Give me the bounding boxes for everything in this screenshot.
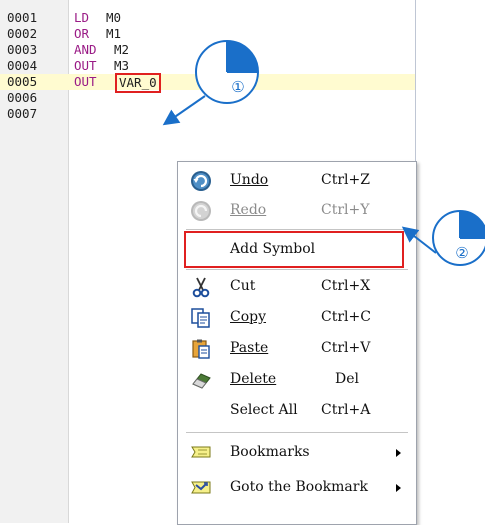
menu-item-label: Delete (230, 371, 277, 387)
add-symbol-highlight-box (184, 231, 404, 268)
line-number: 0007 (7, 106, 38, 121)
instruction-operand: M3 (114, 58, 130, 73)
code-lines: 0001 LD M0 0002 OR M1 0003 AND M2 0004 O… (0, 10, 415, 122)
instruction-keyword: OUT (74, 74, 97, 89)
instruction-keyword: AND (74, 42, 97, 57)
line-number: 0001 (7, 10, 38, 25)
code-line-4[interactable]: 0004 OUT M3 (0, 58, 415, 74)
menu-item-bookmarks[interactable]: Bookmarks (178, 436, 414, 471)
submenu-arrow-icon (396, 449, 401, 457)
eraser-icon (190, 369, 212, 391)
menu-item-undo[interactable]: Undo Ctrl+Z (178, 166, 414, 196)
instruction-keyword: LD (74, 10, 90, 25)
menu-item-cut[interactable]: Cut Ctrl+X (178, 272, 414, 303)
undo-icon (190, 170, 212, 192)
menu-item-shortcut: Ctrl+X (321, 278, 371, 294)
menu-item-label: Undo (230, 172, 269, 188)
menu-item-shortcut: Ctrl+V (321, 340, 371, 356)
instruction-keyword: OR (74, 26, 90, 41)
menu-separator (186, 269, 408, 270)
menu-item-shortcut: Del (335, 371, 359, 387)
line-number: 0004 (7, 58, 38, 73)
code-line-3[interactable]: 0003 AND M2 (0, 42, 415, 58)
paste-icon (190, 338, 212, 360)
line-number: 0005 (7, 74, 38, 89)
menu-item-select-all[interactable]: Select All Ctrl+A (178, 396, 414, 427)
menu-item-label: Copy (230, 309, 267, 325)
instruction-operand: M2 (114, 42, 130, 57)
code-line-7[interactable]: 0007 (0, 106, 415, 122)
menu-item-goto-bookmark[interactable]: Goto the Bookmark (178, 471, 414, 506)
bookmark-icon (190, 441, 212, 463)
menu-item-paste[interactable]: Paste Ctrl+V (178, 334, 414, 365)
menu-item-label: Paste (230, 340, 269, 356)
menu-item-label: Redo (230, 202, 267, 218)
line-number: 0003 (7, 42, 38, 57)
instruction-keyword: OUT (74, 58, 97, 73)
copy-icon (190, 307, 212, 329)
menu-separator (186, 229, 408, 230)
code-line-5[interactable]: 0005 OUT VAR_0 (0, 73, 415, 93)
step-1-number: ① (231, 78, 245, 96)
instruction-operand: M0 (106, 10, 122, 25)
menu-item-shortcut: Ctrl+C (321, 309, 371, 325)
context-menu: Undo Ctrl+Z Redo Ctrl+Y Add Symbol Cut C… (177, 161, 417, 525)
submenu-arrow-icon (396, 484, 401, 492)
code-line-1[interactable]: 0001 LD M0 (0, 10, 415, 26)
code-line-6[interactable]: 0006 (0, 90, 415, 106)
step-2-number: ② (455, 244, 469, 262)
line-number: 0002 (7, 26, 38, 41)
line-number: 0006 (7, 90, 38, 105)
menu-item-shortcut: Ctrl+Z (321, 172, 370, 188)
menu-item-label: Bookmarks (230, 444, 310, 460)
menu-item-label: Cut (230, 278, 256, 294)
menu-item-label: Goto the Bookmark (230, 479, 368, 495)
instruction-operand: M1 (106, 26, 122, 41)
menu-item-redo[interactable]: Redo Ctrl+Y (178, 196, 414, 226)
scissors-icon (190, 276, 212, 298)
redo-icon (190, 200, 212, 222)
code-line-2[interactable]: 0002 OR M1 (0, 26, 415, 42)
menu-item-label: Select All (230, 402, 298, 418)
goto-bookmark-icon (190, 476, 212, 498)
menu-item-shortcut: Ctrl+A (321, 402, 371, 418)
menu-item-shortcut: Ctrl+Y (321, 202, 370, 218)
menu-item-copy[interactable]: Copy Ctrl+C (178, 303, 414, 334)
menu-separator (186, 432, 408, 433)
menu-item-delete[interactable]: Delete Del (178, 365, 414, 396)
